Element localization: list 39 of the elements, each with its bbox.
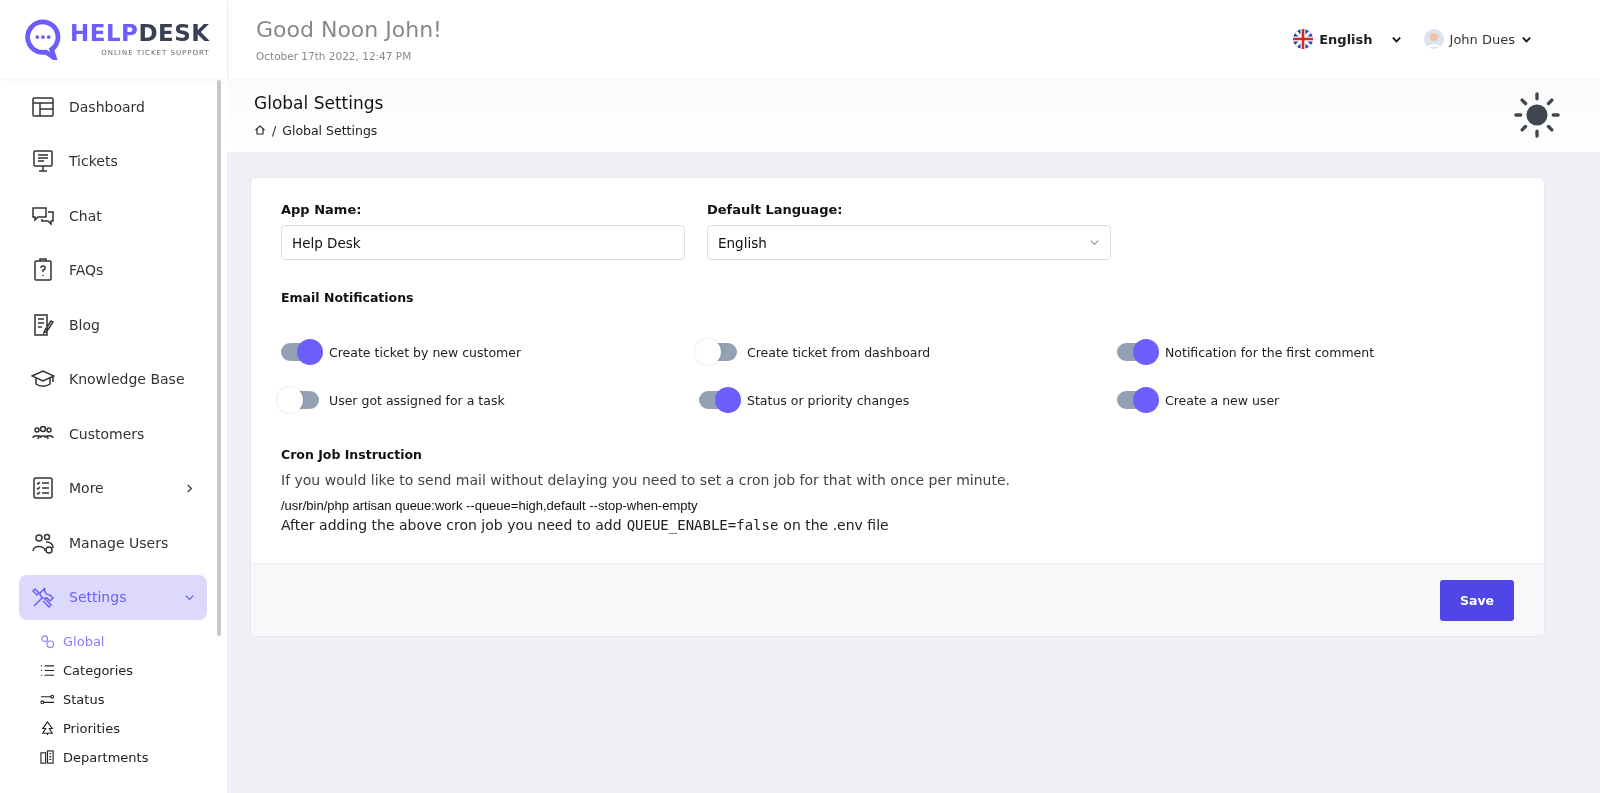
toggle-label: Create ticket from dashboard [747, 344, 931, 360]
section-title: Email Notifications [281, 290, 415, 305]
toggle-label: User got assigned for a task [329, 392, 505, 408]
sidebar-subitem[interactable]: Departments [40, 743, 227, 772]
field-label: Default Language: [707, 202, 844, 217]
breadcrumb-item[interactable]: Global Settings [282, 122, 378, 138]
sidebar-item[interactable]: Tickets [19, 138, 207, 184]
date-time: October 17th 2022, 12:47 PM [256, 49, 413, 62]
sidebar-subitem[interactable]: Priorities [40, 714, 227, 743]
sidebar-item[interactable]: Knowledge Base [19, 356, 207, 402]
logo-text: HELPDESK [70, 21, 210, 45]
language-dropdown[interactable]: English [707, 225, 1111, 260]
breadcrumb-separator: / [272, 122, 277, 138]
cron-description: If you would like to send mail without delaying you need to set a cron job for that with once per minute. [281, 472, 1012, 488]
section-title: Cron Job Instruction [281, 447, 423, 462]
sidebar-item[interactable]: More [19, 465, 207, 511]
cron-command: /usr/bin/php artisan queue:work --queue=high,default --stop-when-empty [281, 498, 699, 513]
toggle-label: Notification for the first comment [1165, 344, 1375, 360]
note-text: on the .env file [783, 517, 889, 533]
toggle-label: Status or priority changes [747, 392, 910, 408]
save-button[interactable]: Save [1440, 579, 1514, 621]
sidebar-item[interactable]: Dashboard [19, 84, 207, 129]
sidebar-item[interactable]: Customers [19, 411, 207, 456]
app-name-field[interactable]: Help Desk [281, 225, 685, 260]
sidebar-subitem[interactable]: Categories [40, 656, 227, 685]
note-text: After adding the above cron job you need to add [281, 517, 622, 533]
sidebar-subitem[interactable]: Status [40, 685, 227, 714]
sidebar-item[interactable]: Manage Users [19, 520, 207, 565]
toggle-label: Create a new user [1165, 392, 1280, 408]
env-variable-code: QUEUE_ENABLE=false [626, 517, 779, 533]
sidebar-item[interactable]: FAQs [19, 247, 207, 293]
sidebar-item[interactable]: Blog [19, 302, 207, 347]
toggle-label: Create ticket by new customer [329, 344, 522, 360]
page-title: Global Settings [254, 92, 384, 113]
user-menu[interactable]: John Dues [1423, 29, 1532, 49]
language-selector[interactable]: English [1293, 29, 1402, 49]
greeting-text: Good Noon John! [256, 16, 442, 42]
sidebar-item[interactable]: Chat [19, 193, 207, 238]
field-label: App Name: [281, 202, 363, 217]
